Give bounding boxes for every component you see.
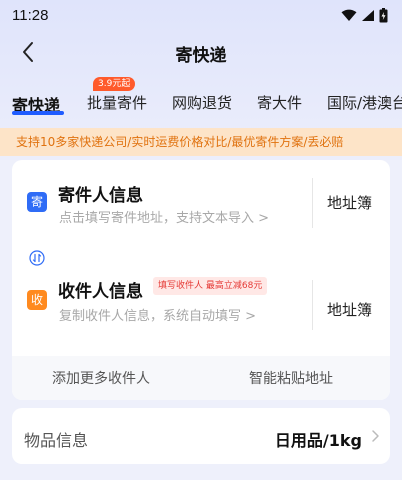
receiver-title: 收件人信息 — [58, 282, 143, 302]
goods-label: 物品信息 — [24, 431, 89, 450]
address-card-footer: 添加更多收件人 智能粘贴地址 — [12, 356, 390, 400]
receiver-hint[interactable]: 复制收件人信息，系统自动填写 > — [59, 305, 256, 324]
page-title: 寄快递 — [175, 46, 227, 66]
wifi-icon — [341, 9, 357, 21]
goods-value: 日用品/1kg — [274, 431, 362, 450]
add-receiver-button[interactable]: 添加更多收件人 — [52, 368, 150, 388]
receiver-divider — [312, 280, 313, 330]
tab-online-return[interactable]: 网购退货 — [172, 92, 232, 113]
receiver-address-book-button[interactable]: 地址簿 — [327, 299, 372, 320]
service-tabs: 寄快递 3.9元起 批量寄件 网购退货 寄大件 国际/港澳台 — [0, 72, 402, 122]
receiver-badge: 收 — [27, 290, 47, 310]
nav-bar: 寄快递 — [0, 34, 402, 70]
promo-banner: 支持10多家快递公司/实时运费价格对比/最优寄件方案/丢必赔 — [0, 128, 402, 156]
tab-international[interactable]: 国际/港澳台 — [327, 92, 402, 113]
signal-icon — [362, 9, 374, 21]
smart-paste-button[interactable]: 智能粘贴地址 — [249, 368, 333, 388]
status-icons — [341, 7, 388, 23]
sender-badge: 寄 — [27, 192, 47, 212]
status-bar: 11:28 — [0, 0, 402, 30]
status-time: 11:28 — [12, 6, 49, 24]
sender-title: 寄件人信息 — [58, 186, 143, 206]
goods-info-row[interactable]: 物品信息 日用品/1kg — [12, 408, 390, 464]
active-tab-indicator — [12, 111, 64, 115]
receiver-promo-tag: 填写收件人 最高立减68元 — [153, 277, 268, 295]
sender-divider — [312, 178, 313, 228]
chevron-right-icon — [372, 430, 379, 442]
sender-hint[interactable]: 点击填写寄件地址，支持文本导入 > — [59, 207, 269, 226]
tab-batch-send[interactable]: 批量寄件 — [87, 92, 147, 113]
tab-promo-badge: 3.9元起 — [93, 77, 136, 91]
swap-icon[interactable] — [28, 249, 46, 267]
sender-address-book-button[interactable]: 地址簿 — [327, 192, 372, 213]
tab-large-item[interactable]: 寄大件 — [257, 92, 302, 113]
battery-icon — [379, 7, 388, 22]
